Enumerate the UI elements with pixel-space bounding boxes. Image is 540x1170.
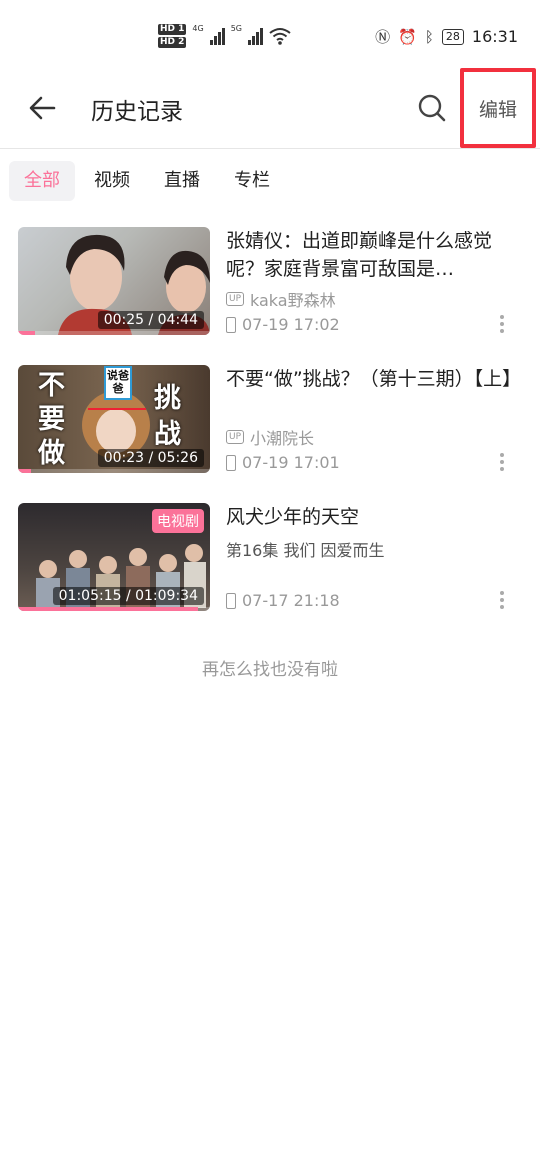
nfc-icon: Ⓝ [375, 28, 391, 46]
history-item[interactable]: 00:25 / 04:44 张婧仪：出道即巅峰是什么感觉呢？家庭背景富可敌国是…… [18, 227, 522, 335]
uploader-row: UP 小潮院长 [226, 425, 314, 449]
thumb-text-left: 不要做 [38, 370, 65, 469]
thumb-tag: 说爸爸 [107, 369, 129, 395]
video-thumbnail[interactable]: 00:25 / 04:44 [18, 227, 210, 335]
system-status: Ⓝ ⏰ ᛒ 28 16:31 [375, 26, 518, 47]
net1-label: 4G [192, 24, 204, 33]
edit-button[interactable]: 编辑 [460, 68, 536, 148]
watch-progress [18, 331, 210, 335]
search-button[interactable] [412, 88, 452, 128]
up-icon: UP [226, 430, 245, 444]
watch-progress [18, 607, 210, 611]
phone-icon [226, 454, 236, 471]
tab-live[interactable]: 直播 [149, 161, 215, 201]
video-thumbnail[interactable]: 不要做 挑战 说爸爸 00:23 / 05:26 [18, 365, 210, 473]
wifi-icon [269, 28, 291, 45]
battery-icon: 28 [441, 28, 464, 45]
watch-time: 07-19 17:02 [242, 315, 340, 334]
network-status: HD 1 HD 2 4G 5G [158, 24, 291, 48]
alarm-icon: ⏰ [398, 27, 417, 46]
duration-label: 00:23 / 05:26 [97, 449, 204, 467]
signal-icon [248, 27, 263, 45]
hd1-badge: HD 1 [158, 24, 187, 35]
more-icon[interactable] [500, 591, 506, 609]
bluetooth-icon: ᛒ [424, 27, 434, 46]
video-thumbnail[interactable]: 电视剧 01:05:15 / 01:09:34 [18, 503, 210, 611]
filter-tabs: 全部 视频 直播 专栏 [9, 161, 289, 201]
watch-time: 07-19 17:01 [242, 453, 340, 472]
item-title: 不要“做”挑战？（第十三期）【上】 [226, 368, 516, 390]
history-item[interactable]: 不要做 挑战 说爸爸 00:23 / 05:26 不要“做”挑战？（第十三期）【… [18, 365, 522, 473]
time-row: 07-19 17:02 [226, 315, 340, 334]
end-of-list-text: 再怎么找也没有啦 [202, 660, 338, 680]
time-row: 07-19 17:01 [226, 453, 340, 472]
uploader-row: UP kaka野森林 [226, 287, 336, 311]
uploader-name: kaka野森林 [250, 291, 336, 310]
watch-time: 07-17 21:18 [242, 591, 340, 610]
item-info: 不要“做”挑战？（第十三期）【上】 UP 小潮院长 07-19 17:01 [226, 365, 516, 473]
thumb-text-right: 挑战 [154, 383, 181, 450]
episode-label: 第16集 我们 因爱而生 [226, 541, 385, 560]
item-title: 张婧仪：出道即巅峰是什么感觉呢？家庭背景富可敌国是… [226, 230, 493, 280]
uploader-name: 小潮院长 [250, 429, 315, 448]
history-item[interactable]: 电视剧 01:05:15 / 01:09:34 风犬少年的天空 第16集 我们 … [18, 503, 522, 611]
up-icon: UP [226, 292, 245, 306]
hd2-badge: HD 2 [158, 37, 187, 48]
tab-video[interactable]: 视频 [79, 161, 145, 201]
status-bar: HD 1 HD 2 4G 5G Ⓝ ⏰ ᛒ 28 16:31 [0, 0, 540, 70]
app-bar: 历史记录 编辑 [0, 68, 540, 149]
search-icon [418, 94, 446, 122]
phone-icon [226, 592, 236, 609]
item-info: 张婧仪：出道即巅峰是什么感觉呢？家庭背景富可敌国是… UP kaka野森林 07… [226, 227, 516, 335]
clock: 16:31 [471, 27, 518, 46]
signal-icon [209, 27, 225, 45]
tab-all[interactable]: 全部 [9, 161, 75, 201]
tab-column[interactable]: 专栏 [219, 161, 285, 201]
net2-label: 5G [230, 24, 242, 33]
time-row: 07-17 21:18 [226, 591, 340, 610]
duration-label: 00:25 / 04:44 [97, 311, 204, 329]
more-icon[interactable] [500, 453, 506, 471]
page-title: 历史记录 [91, 99, 183, 125]
item-info: 风犬少年的天空 第16集 我们 因爱而生 07-17 21:18 [226, 503, 516, 611]
back-arrow-icon [29, 96, 56, 120]
back-button[interactable] [22, 90, 62, 126]
item-title: 风犬少年的天空 [226, 506, 360, 528]
more-icon[interactable] [500, 315, 506, 333]
tv-series-badge: 电视剧 [152, 509, 204, 533]
watch-progress [18, 469, 210, 473]
duration-label: 01:05:15 / 01:09:34 [52, 587, 204, 605]
hd-indicators: HD 1 HD 2 [158, 24, 187, 48]
phone-icon [226, 316, 236, 333]
